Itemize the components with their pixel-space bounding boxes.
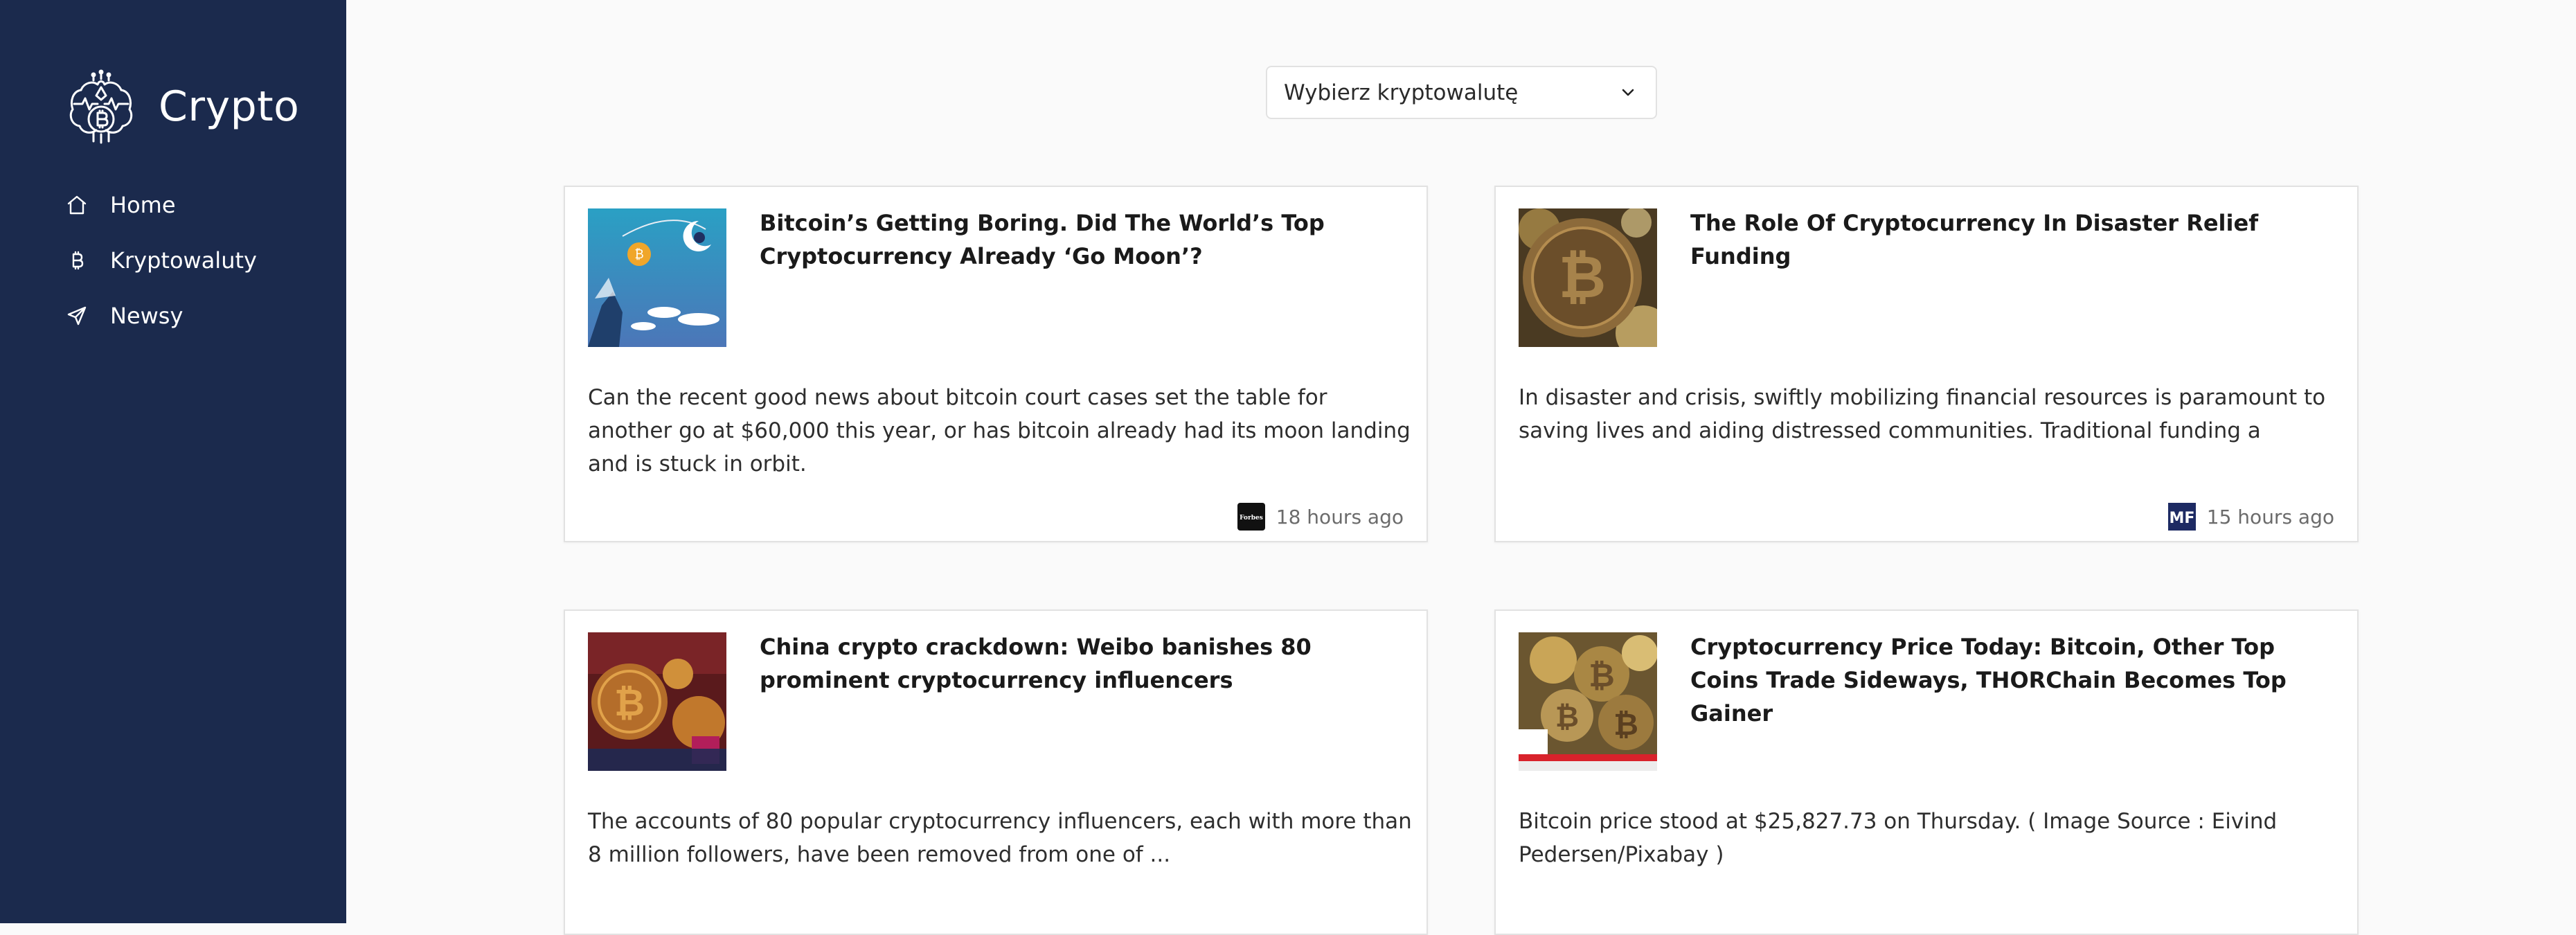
news-description: Can the recent good news about bitcoin c…: [588, 385, 1411, 477]
news-description: Bitcoin price stood at $25,827.73 on Thu…: [1519, 809, 2278, 867]
svg-text:₿: ₿: [1589, 657, 1615, 694]
sidebar-item-newsy[interactable]: Newsy: [66, 288, 257, 344]
sidebar: Crypto Home Kryptowaluty Newsy: [0, 0, 346, 923]
moon-rocket-illustration: ₿: [588, 208, 726, 347]
news-card[interactable]: ₿ China crypto crackdown: Weibo banishes…: [564, 609, 1428, 935]
news-thumbnail[interactable]: ₿ ₿ ₿: [1519, 632, 1657, 771]
sidebar-item-label: Home: [110, 192, 176, 218]
svg-text:Forbes: Forbes: [1240, 515, 1263, 522]
news-description: The accounts of 80 popular cryptocurrenc…: [588, 809, 1412, 867]
app-title: Crypto: [159, 82, 300, 131]
news-title[interactable]: The Role Of Cryptocurrency In Disaster R…: [1690, 206, 2334, 273]
bitcoin-coin-photo: ₿: [1519, 208, 1657, 347]
news-time: 15 hours ago: [2206, 505, 2334, 528]
currency-select[interactable]: Wybierz kryptowalutę: [1266, 66, 1657, 119]
brand[interactable]: Crypto: [66, 69, 299, 144]
svg-text:₿: ₿: [1613, 707, 1638, 742]
svg-text:MF: MF: [2169, 510, 2194, 527]
news-card[interactable]: ₿ ₿ ₿ Cryptocurrency Price Today: Bitcoi…: [1494, 609, 2359, 935]
news-title[interactable]: China crypto crackdown: Weibo banishes 8…: [760, 630, 1404, 697]
news-title[interactable]: Cryptocurrency Price Today: Bitcoin, Oth…: [1690, 630, 2334, 730]
svg-text:₿: ₿: [1555, 700, 1579, 733]
news-time: 18 hours ago: [1276, 505, 1404, 528]
news-meta: MF 15 hours ago: [2167, 503, 2334, 531]
sidebar-item-label: Newsy: [110, 303, 184, 329]
news-card[interactable]: ₿ Bitcoin’s Getting Boring. Did The Worl…: [564, 186, 1428, 542]
mf-logo: MF: [2167, 503, 2196, 531]
forbes-logo: Forbes: [1237, 503, 1265, 531]
news-description: In disaster and crisis, swiftly mobilizi…: [1519, 385, 2326, 443]
bitcoin-coins-pile-photo: ₿ ₿ ₿: [1519, 632, 1657, 771]
chevron-down-icon: [1622, 89, 1634, 96]
svg-text:₿: ₿: [634, 247, 643, 262]
news-card[interactable]: ₿ The Role Of Cryptocurrency In Disaster…: [1494, 186, 2359, 542]
news-meta: Forbes 18 hours ago: [1237, 503, 1404, 531]
bitcoin-brain-logo-icon: [69, 69, 133, 144]
sidebar-item-label: Kryptowaluty: [110, 247, 257, 274]
news-thumbnail[interactable]: ₿: [588, 632, 726, 771]
currency-select-value: Wybierz kryptowalutę: [1284, 80, 1519, 105]
sidebar-item-home[interactable]: Home: [66, 177, 257, 233]
sidebar-item-kryptowaluty[interactable]: Kryptowaluty: [66, 233, 257, 288]
news-title[interactable]: Bitcoin’s Getting Boring. Did The World’…: [760, 206, 1404, 273]
home-icon: [67, 195, 87, 215]
svg-text:₿: ₿: [614, 681, 645, 724]
svg-text:₿: ₿: [1559, 243, 1606, 311]
send-icon: [67, 306, 87, 326]
sidebar-nav: Home Kryptowaluty Newsy: [66, 177, 257, 344]
news-thumbnail[interactable]: ₿: [1519, 208, 1657, 347]
china-crypto-photo: ₿: [588, 632, 726, 771]
bitcoin-icon: [72, 251, 84, 270]
news-thumbnail[interactable]: ₿: [588, 208, 726, 347]
